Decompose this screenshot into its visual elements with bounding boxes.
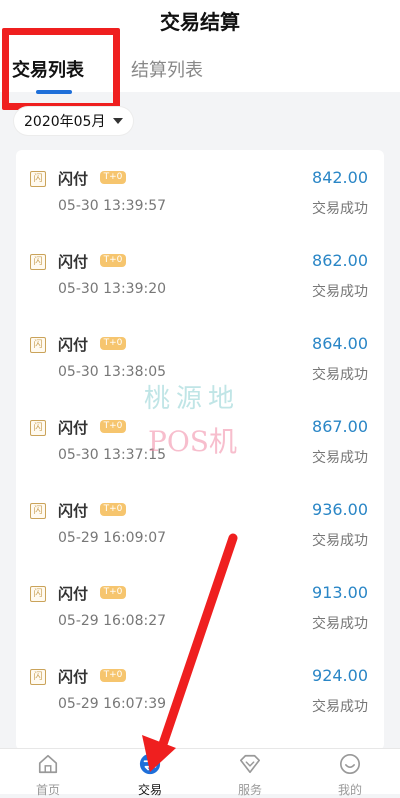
nav-label-transaction: 交易 xyxy=(137,783,162,797)
payment-type: 闪付 xyxy=(58,170,89,188)
transaction-status: 交易成功 xyxy=(312,616,368,632)
diamond-icon xyxy=(240,754,260,774)
bottom-nav: 首页 交易 服务 我的 xyxy=(0,748,400,797)
transaction-time: 05-30 13:37:15 xyxy=(58,447,167,463)
transaction-time: 05-29 16:07:39 xyxy=(58,696,167,712)
flash-pay-icon: 闪 xyxy=(30,420,46,436)
settlement-badge: T+0 xyxy=(100,254,126,267)
transaction-status: 交易成功 xyxy=(312,450,368,466)
list-item[interactable]: 闪 闪付 T+0 05-29 16:09:07 936.00 交易成功 xyxy=(16,482,384,565)
list-item[interactable]: 闪 闪付 T+0 05-30 13:37:15 867.00 交易成功 xyxy=(16,399,384,482)
transaction-amount: 864.00 xyxy=(312,334,368,353)
transaction-status: 交易成功 xyxy=(312,201,368,217)
flash-pay-icon: 闪 xyxy=(30,254,46,270)
settlement-badge: T+0 xyxy=(100,586,126,599)
flash-pay-icon: 闪 xyxy=(30,337,46,353)
list-item[interactable]: 闪 闪付 T+0 05-30 13:39:57 842.00 交易成功 xyxy=(16,150,384,233)
transaction-amount: 867.00 xyxy=(312,417,368,436)
transaction-amount: 842.00 xyxy=(312,168,368,187)
transaction-status: 交易成功 xyxy=(312,284,368,300)
transaction-amount: 936.00 xyxy=(312,500,368,519)
payment-type: 闪付 xyxy=(58,585,89,603)
list-item[interactable]: 闪 闪付 T+0 05-30 13:38:05 864.00 交易成功 xyxy=(16,316,384,399)
transaction-time: 05-30 13:39:57 xyxy=(58,198,167,214)
tab-settlement-list[interactable]: 结算列表 xyxy=(131,56,203,82)
transaction-time: 05-30 13:38:05 xyxy=(58,364,167,380)
payment-type: 闪付 xyxy=(58,668,89,686)
transaction-status: 交易成功 xyxy=(312,533,368,549)
nav-label-mine: 我的 xyxy=(337,783,362,797)
settlement-badge: T+0 xyxy=(100,669,126,682)
list-item[interactable]: 闪 闪付 T+0 05-30 13:39:20 862.00 交易成功 xyxy=(16,233,384,316)
nav-item-mine[interactable]: 我的 xyxy=(310,753,390,798)
payment-type: 闪付 xyxy=(58,253,89,271)
smile-icon xyxy=(340,754,360,774)
caret-down-icon xyxy=(113,118,124,124)
flash-pay-icon: 闪 xyxy=(30,669,46,685)
settlement-badge: T+0 xyxy=(100,420,126,433)
nav-item-transaction[interactable]: 交易 xyxy=(110,753,190,798)
month-filter[interactable]: 2020年05月 xyxy=(14,107,134,135)
highlight-box xyxy=(2,28,120,110)
transaction-amount: 862.00 xyxy=(312,251,368,270)
transaction-status: 交易成功 xyxy=(312,699,368,715)
nav-item-service[interactable]: 服务 xyxy=(210,753,290,798)
transaction-status: 交易成功 xyxy=(312,367,368,383)
nav-label-home: 首页 xyxy=(35,783,60,797)
transaction-time: 05-30 13:39:20 xyxy=(58,281,167,297)
settlement-badge: T+0 xyxy=(100,171,126,184)
payment-type: 闪付 xyxy=(58,419,89,437)
exchange-icon xyxy=(139,753,161,775)
transaction-list: 闪 闪付 T+0 05-30 13:39:57 842.00 交易成功 闪 闪付… xyxy=(16,150,384,750)
transaction-amount: 924.00 xyxy=(312,666,368,685)
flash-pay-icon: 闪 xyxy=(30,586,46,602)
nav-item-home[interactable]: 首页 xyxy=(8,753,88,798)
transaction-amount: 913.00 xyxy=(312,583,368,602)
list-item[interactable]: 闪 闪付 T+0 05-29 16:08:27 913.00 交易成功 xyxy=(16,565,384,648)
month-filter-label: 2020年05月 xyxy=(24,114,106,130)
transaction-time: 05-29 16:08:27 xyxy=(58,613,167,629)
settlement-badge: T+0 xyxy=(100,337,126,350)
home-icon xyxy=(38,754,58,774)
list-item[interactable]: 闪 闪付 T+0 05-29 16:07:39 924.00 交易成功 xyxy=(16,648,384,731)
transaction-time: 05-29 16:09:07 xyxy=(58,530,167,546)
settlement-badge: T+0 xyxy=(100,503,126,516)
flash-pay-icon: 闪 xyxy=(30,503,46,519)
flash-pay-icon: 闪 xyxy=(30,171,46,187)
nav-label-service: 服务 xyxy=(237,783,262,797)
payment-type: 闪付 xyxy=(58,502,89,520)
payment-type: 闪付 xyxy=(58,336,89,354)
